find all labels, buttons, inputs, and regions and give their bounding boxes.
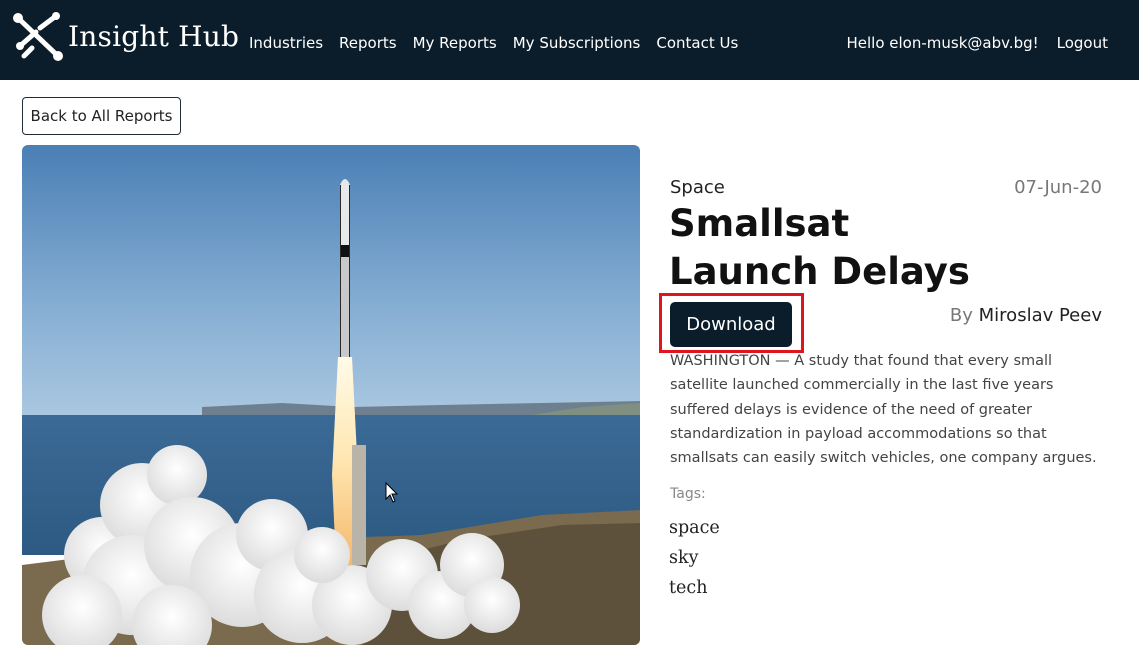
- navbar: Insight Hub Industries Reports My Report…: [0, 0, 1139, 80]
- brand-logo-icon: [13, 12, 63, 61]
- nav-link-my-subscriptions[interactable]: My Subscriptions: [513, 34, 641, 52]
- back-to-all-reports-button[interactable]: Back to All Reports: [22, 97, 181, 135]
- tag-space[interactable]: space: [669, 513, 720, 543]
- tag-sky[interactable]: sky: [669, 543, 720, 573]
- tag-list: space sky tech: [669, 513, 720, 603]
- rocket-launch-photo: [22, 145, 640, 645]
- nav-links: Industries Reports My Reports My Subscri…: [249, 34, 754, 52]
- report-category: Space: [670, 177, 725, 198]
- report-author: By Miroslav Peev: [950, 305, 1102, 326]
- nav-link-industries[interactable]: Industries: [249, 34, 323, 52]
- report-title: Smallsat Launch Delays: [669, 202, 970, 293]
- tag-tech[interactable]: tech: [669, 573, 720, 603]
- author-name[interactable]: Miroslav Peev: [979, 305, 1102, 326]
- report-date: 07-Jun-20: [1014, 177, 1102, 198]
- logout-link[interactable]: Logout: [1057, 34, 1108, 52]
- tags-label: Tags:: [670, 486, 706, 502]
- nav-link-contact-us[interactable]: Contact Us: [656, 34, 738, 52]
- nav-link-reports[interactable]: Reports: [339, 34, 397, 52]
- brand-name: Insight Hub: [68, 19, 240, 53]
- brand[interactable]: Insight Hub: [10, 8, 239, 64]
- nav-link-my-reports[interactable]: My Reports: [413, 34, 497, 52]
- user-menu: Hello elon-musk@abv.bg! Logout: [846, 34, 1108, 52]
- report-summary: WASHINGTON — A study that found that eve…: [670, 353, 1097, 467]
- report-image: [22, 145, 640, 645]
- user-greeting: Hello elon-musk@abv.bg!: [846, 34, 1039, 52]
- author-prefix: By: [949, 305, 973, 326]
- download-button[interactable]: Download: [670, 302, 792, 347]
